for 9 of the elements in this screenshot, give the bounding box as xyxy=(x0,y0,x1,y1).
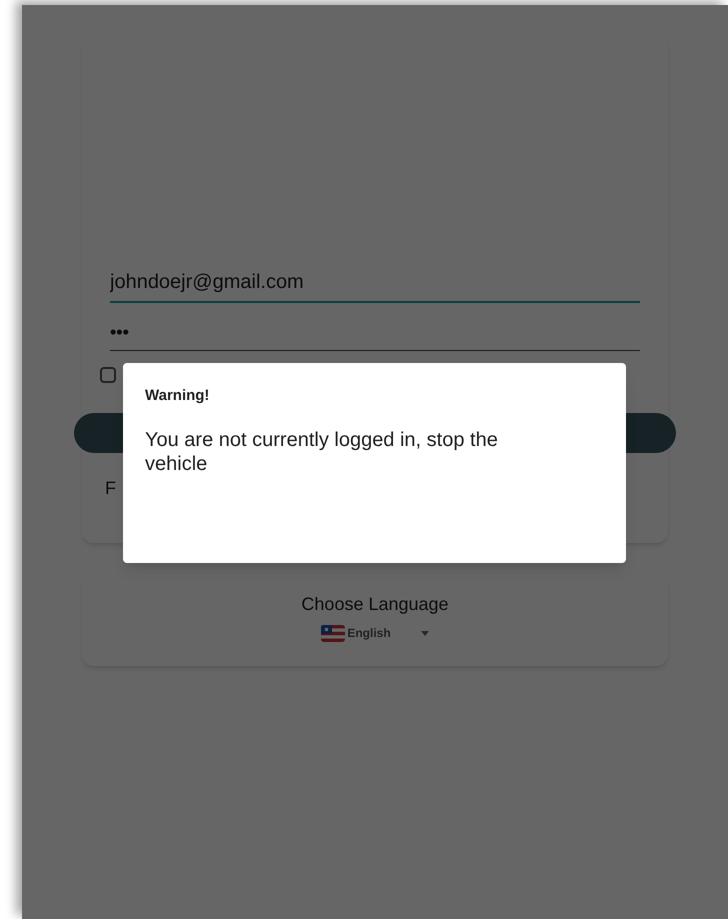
footer-text: F xyxy=(105,477,117,500)
language-title: Choose Language xyxy=(301,593,449,616)
dialog-message: You are not currently logged in, stop the vehicle xyxy=(145,428,499,476)
caret-icon xyxy=(420,630,429,636)
flag-icon xyxy=(321,624,346,642)
password-field[interactable]: ••• xyxy=(110,315,640,351)
checkbox[interactable] xyxy=(100,367,116,383)
dialog-title: Warning! xyxy=(145,386,210,406)
language-dropdown[interactable]: English xyxy=(321,624,429,642)
